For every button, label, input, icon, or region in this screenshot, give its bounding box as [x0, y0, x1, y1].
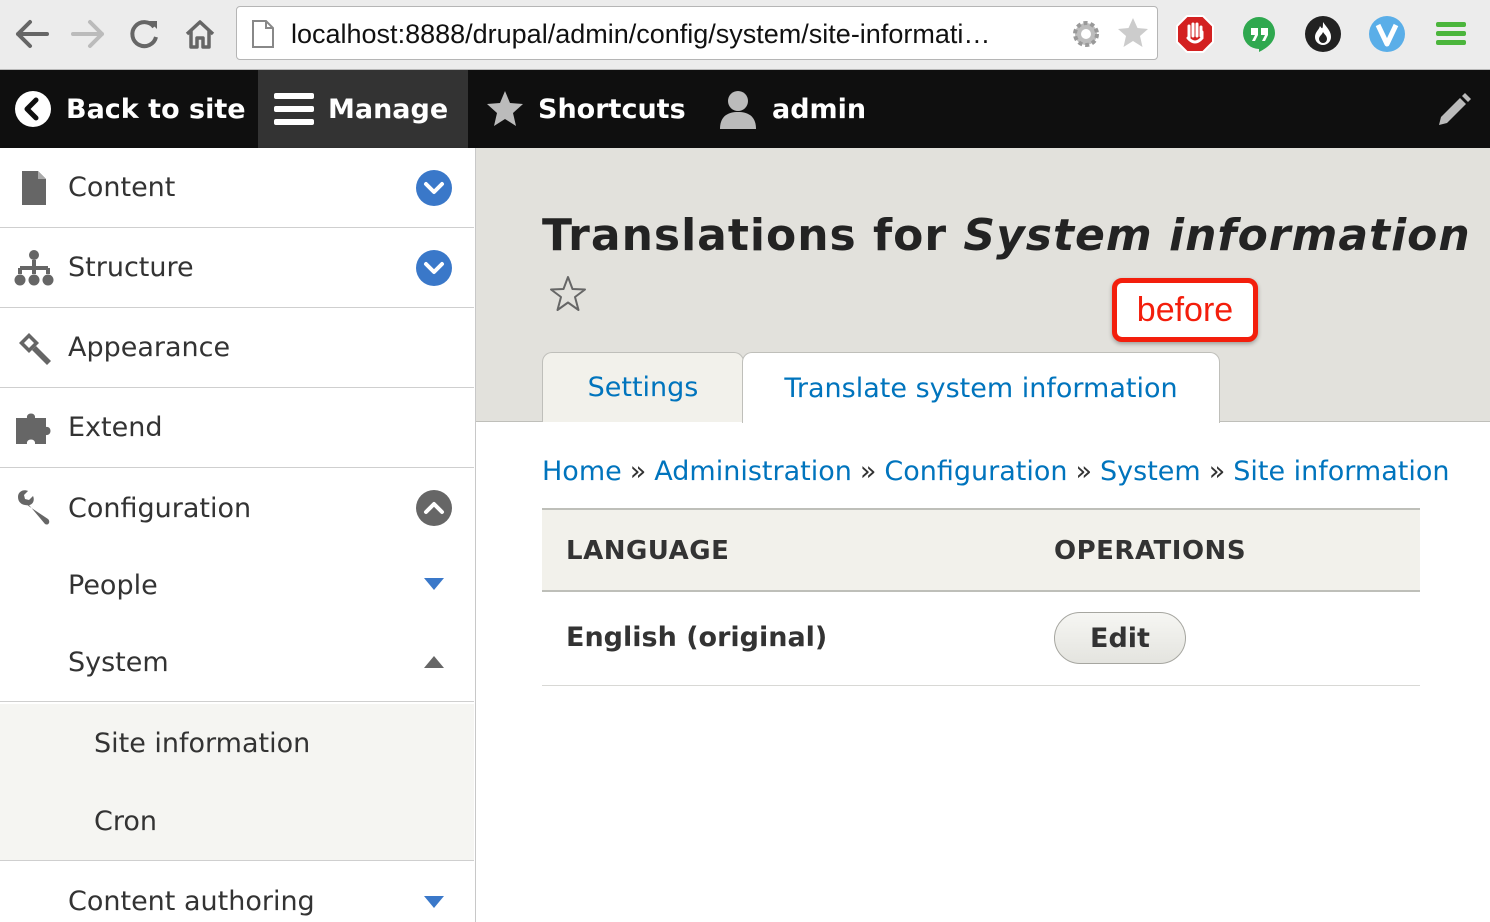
- sidebar-item-label: Configuration: [68, 492, 252, 524]
- sidebar-item-appearance[interactable]: Appearance: [0, 308, 474, 388]
- tab-label: Settings: [587, 372, 699, 403]
- table-row: English (original) Edit: [542, 592, 1420, 686]
- shortcut-star-icon[interactable]: [548, 274, 588, 314]
- title-prefix: Translations for: [542, 210, 964, 261]
- sidebar-item-label: Cron: [94, 805, 157, 837]
- adblock-icon[interactable]: [1174, 13, 1216, 55]
- sidebar-item-label: People: [68, 569, 158, 601]
- chevron-up-icon[interactable]: [416, 490, 452, 526]
- page-header: Translations for System information befo…: [476, 148, 1490, 423]
- sidebar-item-site-information[interactable]: Site information: [0, 704, 474, 782]
- column-header-operations: OPERATIONS: [1054, 536, 1247, 566]
- triangle-down-icon[interactable]: [424, 578, 444, 590]
- sidebar-item-label: Content authoring: [68, 885, 315, 917]
- sidebar-item-label: Appearance: [68, 332, 231, 363]
- admin-toolbar: Back to site Manage Shortcuts admin: [0, 70, 1490, 148]
- tab-label: Translate system information: [784, 372, 1178, 404]
- breadcrumb-configuration[interactable]: Configuration: [884, 456, 1067, 487]
- sidebar-item-label: Extend: [68, 412, 163, 443]
- breadcrumb-home[interactable]: Home: [542, 456, 622, 487]
- shortcuts-tab[interactable]: Shortcuts: [486, 70, 696, 148]
- star-icon: [486, 90, 524, 128]
- fire-extension-icon[interactable]: [1302, 13, 1344, 55]
- file-icon: [14, 168, 54, 208]
- back-to-site-label: Back to site: [66, 93, 246, 125]
- back-circle-icon: [14, 90, 52, 128]
- reload-icon[interactable]: [124, 14, 164, 54]
- settings-gear-icon[interactable]: [1069, 17, 1103, 51]
- sidebar-item-structure[interactable]: Structure: [0, 228, 474, 308]
- page-title: Translations for System information: [542, 210, 1471, 261]
- browser-chrome: localhost:8888/drupal/admin/config/syste…: [0, 0, 1490, 70]
- admin-sidebar: Content Structure Appearance Extend Conf…: [0, 148, 476, 922]
- page-icon: [252, 20, 274, 48]
- chevron-down-icon[interactable]: [416, 250, 452, 286]
- table-header: LANGUAGE OPERATIONS: [542, 508, 1420, 592]
- sidebar-item-configuration[interactable]: Configuration: [0, 468, 474, 548]
- wrench-icon: [14, 488, 54, 528]
- sidebar-item-label: Site information: [94, 727, 311, 759]
- breadcrumb-separator: »: [629, 456, 647, 487]
- home-icon[interactable]: [180, 14, 220, 54]
- chevron-down-icon[interactable]: [416, 170, 452, 206]
- breadcrumb-separator: »: [1208, 456, 1226, 487]
- user-label: admin: [772, 93, 867, 125]
- tab-settings[interactable]: Settings: [542, 352, 744, 422]
- address-bar[interactable]: localhost:8888/drupal/admin/config/syste…: [236, 6, 1158, 60]
- pencil-icon[interactable]: [1434, 92, 1472, 130]
- sidebar-item-people[interactable]: People: [0, 546, 474, 624]
- tab-translate-system-information[interactable]: Translate system information: [742, 352, 1220, 423]
- sidebar-item-system[interactable]: System: [0, 624, 474, 702]
- triangle-down-icon[interactable]: [424, 896, 444, 908]
- bookmark-star-icon[interactable]: [1115, 15, 1151, 51]
- sidebar-item-label: Content: [68, 172, 176, 203]
- user-icon: [718, 89, 758, 129]
- sidebar-item-label: Structure: [68, 252, 194, 283]
- edit-button[interactable]: Edit: [1054, 612, 1186, 664]
- puzzle-icon: [14, 408, 54, 448]
- sidebar-item-cron[interactable]: Cron: [0, 782, 474, 861]
- breadcrumb-site-information[interactable]: Site information: [1233, 456, 1449, 487]
- breadcrumb-separator: »: [1075, 456, 1093, 487]
- manage-tab[interactable]: Manage: [258, 70, 468, 148]
- back-arrow-icon[interactable]: [12, 14, 52, 54]
- breadcrumb-system[interactable]: System: [1100, 456, 1201, 487]
- sidebar-item-extend[interactable]: Extend: [0, 388, 474, 468]
- v-extension-icon[interactable]: [1366, 13, 1408, 55]
- title-emphasis: System information: [963, 210, 1471, 261]
- shortcuts-label: Shortcuts: [538, 93, 686, 125]
- forward-arrow-icon[interactable]: [68, 14, 108, 54]
- user-tab[interactable]: admin: [718, 70, 898, 148]
- hangouts-icon[interactable]: [1238, 13, 1280, 55]
- main-content: Translations for System information befo…: [476, 148, 1490, 922]
- triangle-up-icon[interactable]: [424, 656, 444, 668]
- url-text: localhost:8888/drupal/admin/config/syste…: [291, 19, 991, 49]
- breadcrumb: Home» Administration» Configuration» System…: [542, 456, 1450, 487]
- hamburger-icon: [274, 91, 314, 127]
- translations-table: LANGUAGE OPERATIONS English (original) E…: [542, 508, 1420, 686]
- breadcrumb-separator: »: [859, 456, 877, 487]
- sidebar-item-content[interactable]: Content: [0, 148, 474, 228]
- manage-label: Manage: [328, 93, 449, 125]
- sitemap-icon: [14, 248, 54, 288]
- menu-icon[interactable]: [1430, 13, 1472, 55]
- paintbrush-icon: [14, 328, 54, 368]
- sidebar-item-label: System: [68, 647, 169, 678]
- column-header-language: LANGUAGE: [566, 536, 730, 566]
- annotation-label: before: [1112, 278, 1258, 342]
- sidebar-item-content-authoring[interactable]: Content authoring: [0, 862, 474, 922]
- breadcrumb-administration[interactable]: Administration: [654, 456, 852, 487]
- back-to-site-link[interactable]: Back to site: [0, 70, 258, 148]
- language-cell: English (original): [566, 622, 828, 653]
